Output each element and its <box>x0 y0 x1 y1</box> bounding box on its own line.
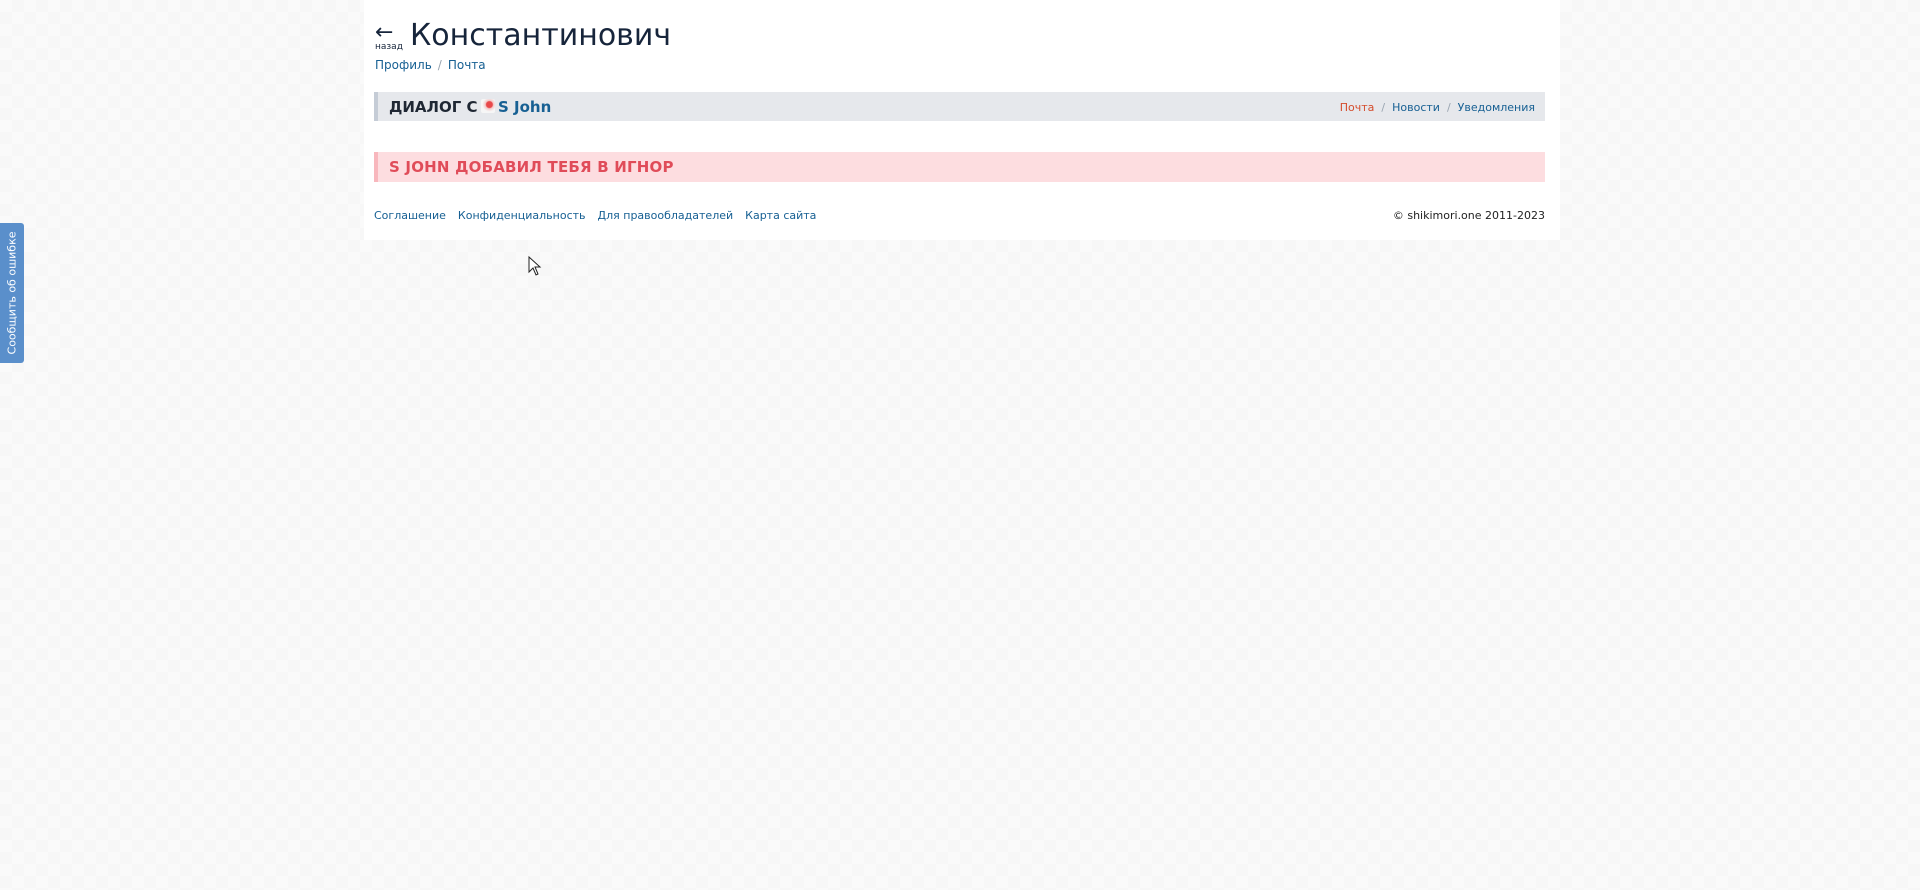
user-avatar-icon[interactable] <box>481 99 495 113</box>
ignore-notice-text: S JOHN ДОБАВИЛ ТЕБЯ В ИГНОР <box>389 158 674 176</box>
back-arrow-icon: ← <box>375 20 394 45</box>
mouse-cursor-icon <box>528 256 542 276</box>
back-label: назад <box>375 42 403 52</box>
ignore-notice: S JOHN ДОБАВИЛ ТЕБЯ В ИГНОР <box>374 152 1545 182</box>
back-link[interactable]: ← назад <box>375 20 403 53</box>
dialog-user-link[interactable]: S John <box>498 98 551 116</box>
mail-sub-nav: Почта / Новости / Уведомления <box>1340 101 1535 114</box>
page-container: ← назад Константинович Профиль / Почта ДИА… <box>364 0 1560 240</box>
copyright-text: © shikimori.one 2011-2023 <box>1392 209 1545 222</box>
breadcrumb-profile-link[interactable]: Профиль <box>375 58 432 72</box>
dialog-header: ДИАЛОГ С S John Почта / Новости / Уведомлени… <box>374 92 1545 121</box>
footer-sitemap-link[interactable]: Карта сайта <box>745 209 816 222</box>
sub-nav-news-link[interactable]: Новости <box>1392 101 1440 114</box>
dialog-title: ДИАЛОГ С <box>389 98 478 116</box>
footer-copyright-holders-link[interactable]: Для правообладателей <box>598 209 734 222</box>
report-error-tab[interactable]: Сообщить об ошибке <box>0 223 24 363</box>
page-header: ← назад Константинович <box>374 18 974 54</box>
breadcrumb: Профиль / Почта <box>375 58 486 72</box>
page-title: Константинович <box>410 18 672 53</box>
sub-nav-notifications-link[interactable]: Уведомления <box>1458 101 1535 114</box>
sub-nav-separator: / <box>1446 101 1451 114</box>
breadcrumb-separator: / <box>437 58 442 72</box>
footer: Соглашение Конфиденциальность Для правообл… <box>374 209 1545 223</box>
footer-links: Соглашение Конфиденциальность Для правообл… <box>374 209 1545 222</box>
breadcrumb-mail-link[interactable]: Почта <box>448 58 486 72</box>
footer-privacy-link[interactable]: Конфиденциальность <box>458 209 586 222</box>
sub-nav-separator: / <box>1381 101 1386 114</box>
report-error-label: Сообщить об ошибке <box>5 231 19 355</box>
sub-nav-mail-link[interactable]: Почта <box>1340 101 1375 114</box>
footer-agreement-link[interactable]: Соглашение <box>374 209 446 222</box>
